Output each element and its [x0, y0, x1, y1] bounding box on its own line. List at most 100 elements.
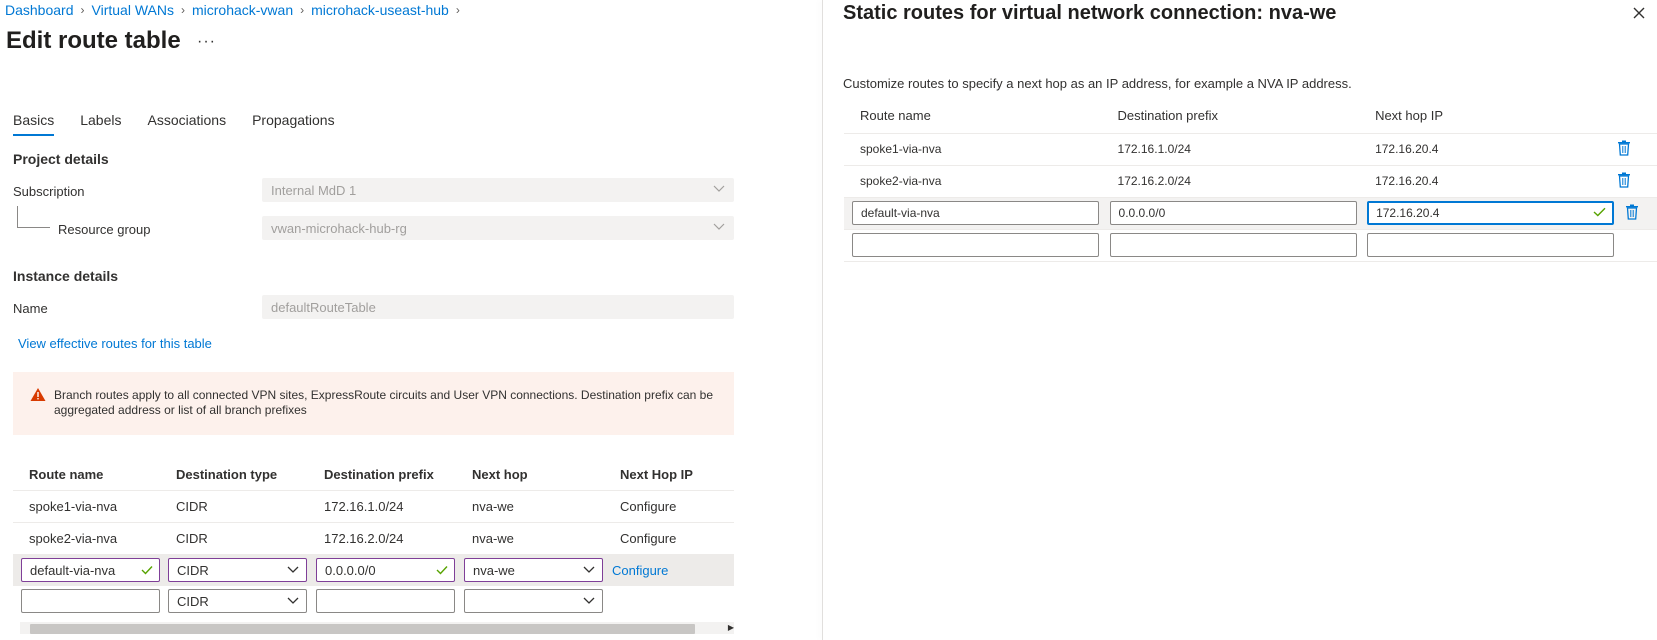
tab-basics[interactable]: Basics [13, 112, 55, 136]
next-hop-value: nva-we [473, 562, 515, 578]
horizontal-scrollbar[interactable]: ▶ [20, 622, 734, 634]
edit-route-table-blade: Dashboard › Virtual WANs › microhack-vwa… [0, 0, 822, 640]
breadcrumb-virtual-wans[interactable]: Virtual WANs [92, 2, 174, 18]
next-hop-dropdown[interactable]: nva-we [464, 558, 603, 583]
routes-table: Route name Destination type Destination … [13, 460, 734, 616]
view-effective-routes-link[interactable]: View effective routes for this table [18, 336, 212, 351]
destination-prefix-value: 0.0.0.0/0 [325, 562, 376, 578]
new-destination-prefix-input[interactable] [1109, 233, 1357, 257]
next-hop-cell: nva-we [456, 521, 604, 554]
breadcrumb-hub[interactable]: microhack-useast-hub [311, 2, 449, 18]
static-routes-table: Route name Destination prefix Next hop I… [844, 100, 1657, 262]
resource-group-value: vwan-microhack-hub-rg [271, 221, 407, 236]
route-name-cell: spoke1-via-nva [844, 132, 1102, 165]
table-row-editing: default-via-nva CIDR 0.0.0.0/0 nva-we Co… [13, 553, 734, 586]
blade-description: Customize routes to specify a next hop a… [843, 76, 1352, 91]
name-value: defaultRouteTable [271, 300, 376, 315]
new-destination-type-value: CIDR [177, 593, 209, 609]
breadcrumb-dashboard[interactable]: Dashboard [5, 2, 74, 18]
trash-icon[interactable] [1617, 172, 1631, 191]
next-hop-ip-cell[interactable]: Configure [604, 489, 734, 522]
chevron-down-icon [286, 593, 300, 610]
new-destination-prefix-input[interactable] [316, 589, 455, 613]
next-hop-cell: nva-we [456, 489, 604, 522]
new-route-name-input[interactable] [852, 233, 1099, 257]
blade-title: Static routes for virtual network connec… [843, 2, 1337, 24]
tree-connector [17, 206, 50, 228]
more-options-button[interactable]: ··· [197, 33, 216, 51]
table-row-new [844, 228, 1657, 262]
warning-icon [30, 387, 46, 406]
column-header: Route name [860, 108, 931, 123]
column-header: Destination prefix [324, 467, 434, 483]
table-row-editing: default-via-nva 0.0.0.0/0 172.16.20.4 [844, 196, 1657, 229]
route-name-value: default-via-nva [861, 206, 940, 220]
next-hop-ip-value: 172.16.20.4 [1376, 206, 1440, 220]
breadcrumb-vwan[interactable]: microhack-vwan [192, 2, 293, 18]
column-header: Route name [29, 467, 104, 483]
tab-associations[interactable]: Associations [148, 112, 227, 136]
tab-labels[interactable]: Labels [80, 112, 121, 136]
chevron-down-icon [286, 562, 300, 579]
next-hop-ip-cell: 172.16.20.4 [1359, 132, 1617, 165]
destination-prefix-cell: 172.16.2.0/24 [1101, 164, 1360, 197]
subscription-label: Subscription [13, 184, 85, 199]
table-row[interactable]: spoke2-via-nva 172.16.2.0/24 172.16.20.4 [844, 164, 1657, 197]
route-name-input[interactable]: default-via-nva [852, 201, 1099, 225]
resource-group-label: Resource group [58, 222, 151, 237]
breadcrumb: Dashboard › Virtual WANs › microhack-vwa… [5, 2, 467, 18]
new-next-hop-ip-input[interactable] [1367, 233, 1615, 257]
route-name-input[interactable]: default-via-nva [21, 558, 160, 583]
table-row-new: CIDR [13, 586, 734, 616]
chevron-down-icon [712, 181, 726, 198]
scroll-right-icon[interactable]: ▶ [728, 623, 734, 632]
destination-prefix-cell: 172.16.1.0/24 [1101, 132, 1360, 165]
next-hop-ip-cell: 172.16.20.4 [1359, 164, 1617, 197]
chevron-right-icon: › [180, 3, 185, 17]
trash-icon[interactable] [1617, 140, 1631, 159]
next-hop-ip-cell[interactable]: Configure [604, 521, 734, 554]
project-details-heading: Project details [13, 151, 109, 167]
table-row[interactable]: spoke1-via-nva 172.16.1.0/24 172.16.20.4 [844, 132, 1657, 165]
new-next-hop-dropdown[interactable] [464, 589, 603, 613]
name-field: defaultRouteTable [262, 295, 734, 319]
destination-prefix-cell: 172.16.1.0/24 [308, 489, 456, 522]
chevron-right-icon: › [80, 3, 85, 17]
column-header: Next Hop IP [620, 467, 693, 483]
new-route-name-input[interactable] [21, 589, 160, 613]
resource-group-dropdown: vwan-microhack-hub-rg [262, 216, 734, 240]
route-name-cell: spoke2-via-nva [844, 164, 1102, 197]
route-name-value: default-via-nva [30, 562, 116, 578]
new-destination-type-dropdown[interactable]: CIDR [168, 589, 307, 613]
page-title: Edit route table [6, 27, 181, 54]
column-header: Destination prefix [1117, 108, 1218, 123]
chevron-down-icon [582, 593, 596, 610]
trash-icon[interactable] [1625, 204, 1639, 223]
chevron-down-icon [712, 219, 726, 236]
scrollbar-thumb[interactable] [30, 624, 695, 634]
warning-text: Branch routes apply to all connected VPN… [54, 388, 713, 417]
next-hop-ip-input[interactable]: 172.16.20.4 [1367, 201, 1615, 225]
close-icon[interactable] [1632, 6, 1646, 23]
destination-prefix-cell: 172.16.2.0/24 [308, 521, 456, 554]
subscription-value: Internal MdD 1 [271, 183, 357, 198]
destination-prefix-input[interactable]: 0.0.0.0/0 [1109, 201, 1357, 225]
destination-type-cell: CIDR [160, 489, 308, 522]
checkmark-icon [1593, 206, 1606, 220]
destination-prefix-input[interactable]: 0.0.0.0/0 [316, 558, 455, 583]
warning-banner: Branch routes apply to all connected VPN… [13, 372, 734, 435]
tab-bar: Basics Labels Associations Propagations [13, 112, 361, 136]
static-routes-blade: Static routes for virtual network connec… [823, 0, 1657, 640]
column-header: Next hop [472, 467, 528, 483]
destination-prefix-value: 0.0.0.0/0 [1118, 206, 1166, 220]
chevron-right-icon: › [300, 3, 305, 17]
table-row[interactable]: spoke1-via-nva CIDR 172.16.1.0/24 nva-we… [13, 489, 734, 522]
destination-type-cell: CIDR [160, 521, 308, 554]
route-name-cell: spoke2-via-nva [13, 521, 160, 554]
tab-propagations[interactable]: Propagations [252, 112, 335, 136]
table-row[interactable]: spoke2-via-nva CIDR 172.16.2.0/24 nva-we… [13, 521, 734, 554]
configure-link[interactable]: Configure [612, 563, 668, 578]
subscription-dropdown: Internal MdD 1 [262, 178, 734, 202]
instance-details-heading: Instance details [13, 268, 119, 284]
destination-type-dropdown[interactable]: CIDR [168, 558, 307, 583]
